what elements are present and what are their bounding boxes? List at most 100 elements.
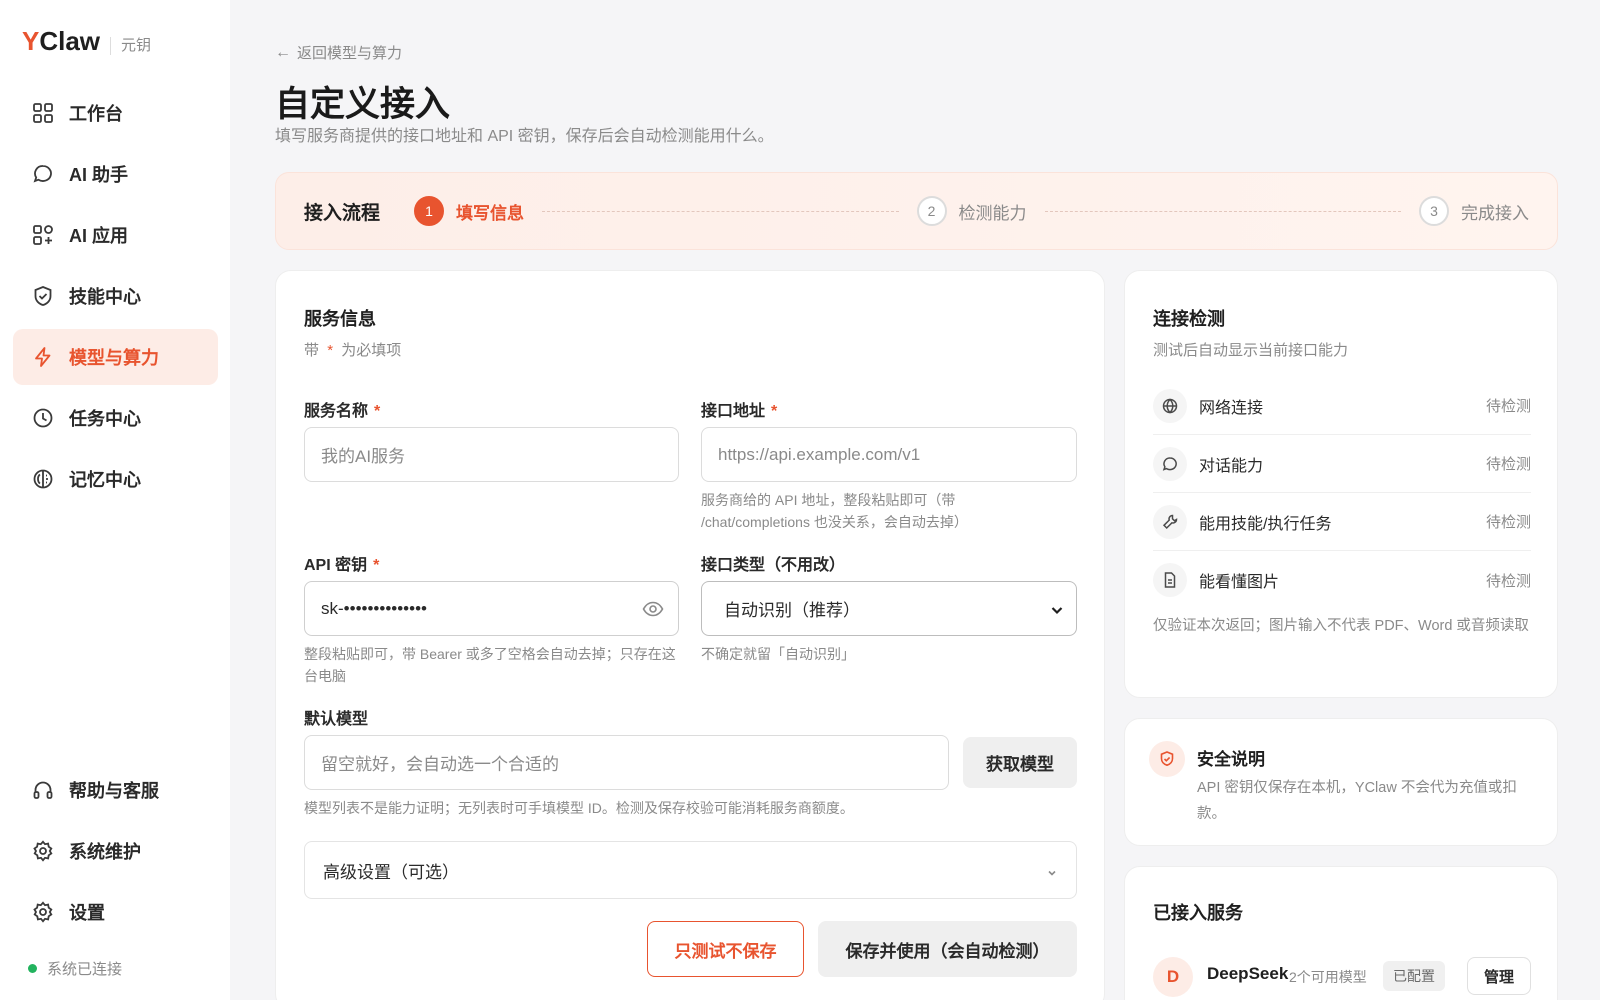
bolt-icon (31, 345, 55, 369)
grid-icon (31, 101, 55, 125)
sidebar-item-label: AI 助手 (69, 165, 129, 185)
test-only-button[interactable]: 只测试不保存 (647, 921, 804, 977)
sidebar-item-tasks[interactable]: 任务中心 (13, 390, 218, 446)
logo-text: Claw (39, 26, 101, 56)
sidebar-item-settings[interactable]: 设置 (13, 884, 218, 940)
back-link[interactable]: ← 返回模型与算力 (275, 42, 402, 63)
sidebar-item-models[interactable]: 模型与算力 (13, 329, 218, 385)
required-star: * (373, 557, 380, 574)
service-name-label: 服务名称 * (304, 397, 380, 421)
required-star: * (374, 403, 381, 420)
status-dot-icon (28, 964, 37, 973)
sidebar-item-label: AI 应用 (69, 226, 129, 246)
check-item-skills: 能用技能/执行任务 待检测 (1153, 493, 1531, 551)
step-progress: 接入流程 1 填写信息 2 检测能力 3 完成接入 (275, 172, 1558, 250)
connection-status: 系统已连接 (28, 958, 122, 979)
api-type-label: 接口类型（不用改） (701, 557, 846, 574)
safety-text: API 密钥仅保存在本机，YClaw 不会代为充值或扣款。 (1197, 780, 1517, 822)
endpoint-label: 接口地址 * (701, 397, 777, 421)
field-label-text: API 密钥 (304, 557, 368, 574)
endpoint-hint: 服务商给的 API 地址，整段粘贴即可（带 /chat/completions … (701, 492, 968, 530)
required-note: 带 * 为必填项 (304, 339, 401, 360)
sidebar-item-ai-apps[interactable]: AI 应用 (13, 207, 218, 263)
card-title: 已接入服务 (1153, 903, 1243, 923)
brand-logo[interactable]: Y Claw 元钥 (22, 26, 151, 57)
status-text: 系统已连接 (47, 961, 123, 978)
headset-icon (31, 778, 55, 802)
card-title: 服务信息 (304, 309, 376, 329)
sidebar-nav: 工作台 AI 助手 AI 应用 技能中心 模型与算力 任务中心 记忆中心 (13, 85, 218, 512)
sidebar-item-workbench[interactable]: 工作台 (13, 85, 218, 141)
chat-icon (1153, 446, 1187, 481)
advanced-settings-label: 高级设置（可选） (323, 862, 459, 882)
apps-icon (31, 223, 55, 247)
sidebar-item-ai-assistant[interactable]: AI 助手 (13, 146, 218, 202)
default-model-label: 默认模型 (304, 711, 369, 728)
connection-check-card: 连接检测 测试后自动显示当前接口能力 网络连接 待检测 对话能力 待检测 能用技… (1124, 270, 1558, 698)
check-item-name: 能看懂图片 (1199, 574, 1280, 591)
check-item-status: 待检测 (1485, 398, 1531, 415)
shield-icon (31, 284, 55, 308)
required-star: * (327, 342, 334, 359)
sidebar-item-maintenance[interactable]: 系统维护 (13, 823, 218, 879)
check-item-name: 网络连接 (1199, 399, 1264, 417)
api-key-input[interactable]: sk-•••••••••••••• (304, 581, 679, 636)
manage-button[interactable]: 管理 (1467, 957, 1531, 995)
required-note-prefix: 带 (304, 342, 320, 359)
check-item-status: 待检测 (1485, 456, 1531, 473)
sidebar-item-label: 系统维护 (69, 842, 141, 862)
step-label: 检测能力 (958, 203, 1027, 223)
sidebar-bottom-nav: 帮助与客服 系统维护 设置 (13, 762, 218, 945)
check-item-vision: 能看懂图片 待检测 (1153, 551, 1531, 609)
endpoint-input[interactable]: https://api.example.com/v1 (701, 427, 1077, 482)
eye-icon[interactable] (642, 599, 664, 619)
select-value: 自动识别（推荐） (724, 601, 860, 620)
chevron-down-icon (1046, 864, 1058, 884)
api-type-select[interactable]: 自动识别（推荐） (701, 581, 1077, 636)
service-avatar: D (1153, 957, 1193, 997)
page-title: 自定义接入 (275, 85, 451, 124)
input-value: sk-•••••••••••••• (321, 598, 427, 618)
fetch-models-button[interactable]: 获取模型 (963, 737, 1077, 788)
step-fill-info: 1 填写信息 (414, 196, 524, 226)
sidebar-item-help[interactable]: 帮助与客服 (13, 762, 218, 818)
service-model-count: 2个可用模型 (1289, 969, 1367, 985)
card-title: 连接检测 (1153, 309, 1225, 329)
steps-title: 接入流程 (304, 202, 381, 224)
memory-icon (31, 467, 55, 491)
sidebar-item-memory[interactable]: 记忆中心 (13, 451, 218, 507)
advanced-settings-toggle[interactable]: 高级设置（可选） (304, 841, 1077, 899)
logo-y: Y (22, 26, 40, 56)
step-number: 1 (414, 196, 445, 226)
sidebar: Y Claw 元钥 工作台 AI 助手 AI 应用 技能中心 模型与算力 任务中… (0, 0, 230, 1000)
required-star: * (771, 403, 778, 420)
service-name-input[interactable]: 我的AI服务 (304, 427, 679, 482)
service-info-card: 服务信息 带 * 为必填项 服务名称 * 我的AI服务 接口地址 * https:/… (275, 270, 1105, 1000)
default-model-input[interactable]: 留空就好，会自动选一个合适的 (304, 735, 949, 790)
step-label: 填写信息 (456, 203, 525, 223)
clock-icon (31, 406, 55, 430)
api-type-hint: 不确定就留「自动识别」 (701, 646, 855, 662)
api-key-label: API 密钥 * (304, 551, 379, 575)
field-label-text: 接口地址 (701, 403, 766, 420)
save-and-use-button[interactable]: 保存并使用（会自动检测） (818, 921, 1077, 977)
sidebar-item-skills[interactable]: 技能中心 (13, 268, 218, 324)
sidebar-item-label: 任务中心 (69, 409, 141, 429)
document-icon (1153, 563, 1187, 597)
chat-icon (31, 162, 55, 186)
back-link-label: 返回模型与算力 (297, 45, 403, 62)
check-item-status: 待检测 (1485, 514, 1531, 531)
sidebar-item-label: 帮助与客服 (69, 781, 159, 801)
sidebar-item-label: 模型与算力 (69, 348, 159, 368)
check-item-name: 能用技能/执行任务 (1199, 515, 1332, 533)
check-item-chat: 对话能力 待检测 (1153, 435, 1531, 493)
check-item-status: 待检测 (1485, 572, 1531, 590)
field-label-text: 服务名称 (304, 403, 369, 420)
gear-icon (31, 839, 55, 863)
status-badge: 已配置 (1383, 961, 1445, 991)
step-number: 3 (1419, 196, 1450, 226)
step-divider (542, 210, 899, 212)
step-divider (1044, 210, 1402, 212)
api-key-hint: 整段粘贴即可，带 Bearer 或多了空格会自动去掉；只存在这台电脑 (304, 646, 676, 684)
sidebar-item-label: 记忆中心 (69, 470, 141, 490)
